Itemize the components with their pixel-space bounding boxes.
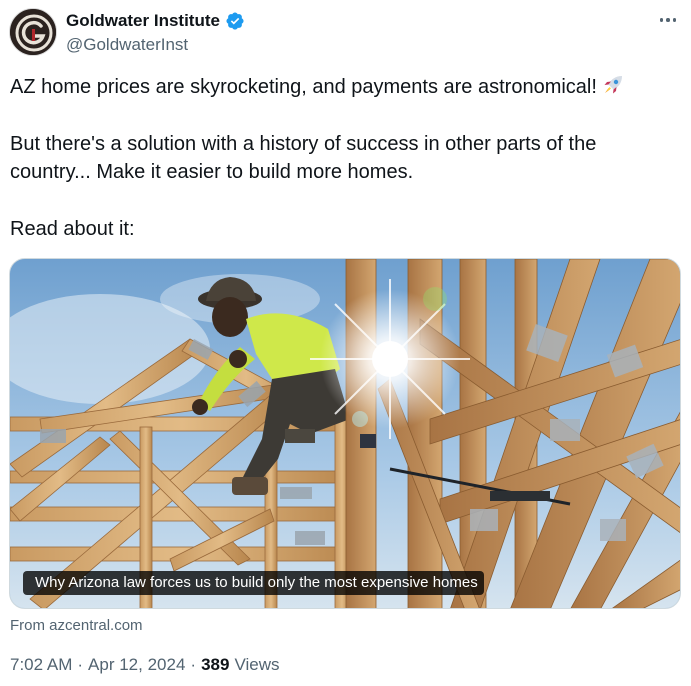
tweet-text-segment: AZ home prices are skyrocketing, and pay… bbox=[10, 76, 597, 98]
meta-separator: · bbox=[190, 655, 197, 674]
card-caption: Why Arizona law forces us to build only … bbox=[23, 571, 484, 595]
tweet-text-line-1: AZ home prices are skyrocketing, and pay… bbox=[10, 73, 625, 101]
author-name-row: Goldwater Institute bbox=[66, 11, 245, 31]
author-avatar[interactable] bbox=[9, 8, 57, 56]
views-count[interactable]: 389 bbox=[201, 655, 229, 675]
more-dot-icon bbox=[672, 18, 677, 22]
tweet-text-line-2b: country... Make it easier to build more … bbox=[10, 161, 414, 183]
views-label[interactable]: Views bbox=[234, 655, 279, 675]
author-display-name[interactable]: Goldwater Institute bbox=[66, 11, 220, 31]
tweet-metadata: 7:02 AM · Apr 12, 2024 · 389 Views bbox=[10, 655, 280, 675]
link-preview-card[interactable]: Why Arizona law forces us to build only … bbox=[9, 258, 681, 609]
construction-photo bbox=[10, 259, 680, 608]
meta-separator: · bbox=[77, 655, 84, 674]
more-options-button[interactable] bbox=[657, 10, 679, 30]
tweet-time[interactable]: 7:02 AM bbox=[10, 655, 72, 675]
tweet-text-line-3: Read about it: bbox=[10, 218, 135, 240]
author-handle[interactable]: @GoldwaterInst bbox=[66, 35, 188, 55]
goldwater-logo-icon bbox=[10, 9, 56, 55]
more-dot-icon bbox=[666, 18, 670, 22]
tweet-date[interactable]: Apr 12, 2024 bbox=[88, 655, 185, 675]
verified-badge-icon bbox=[226, 12, 244, 30]
rocket-icon bbox=[604, 76, 622, 94]
more-dot-icon bbox=[659, 18, 664, 22]
card-source-link[interactable]: From azcentral.com bbox=[10, 617, 143, 634]
tweet-text-line-2a: But there's a solution with a history of… bbox=[10, 133, 597, 155]
tweet-header: Goldwater Institute @GoldwaterInst bbox=[9, 8, 681, 58]
